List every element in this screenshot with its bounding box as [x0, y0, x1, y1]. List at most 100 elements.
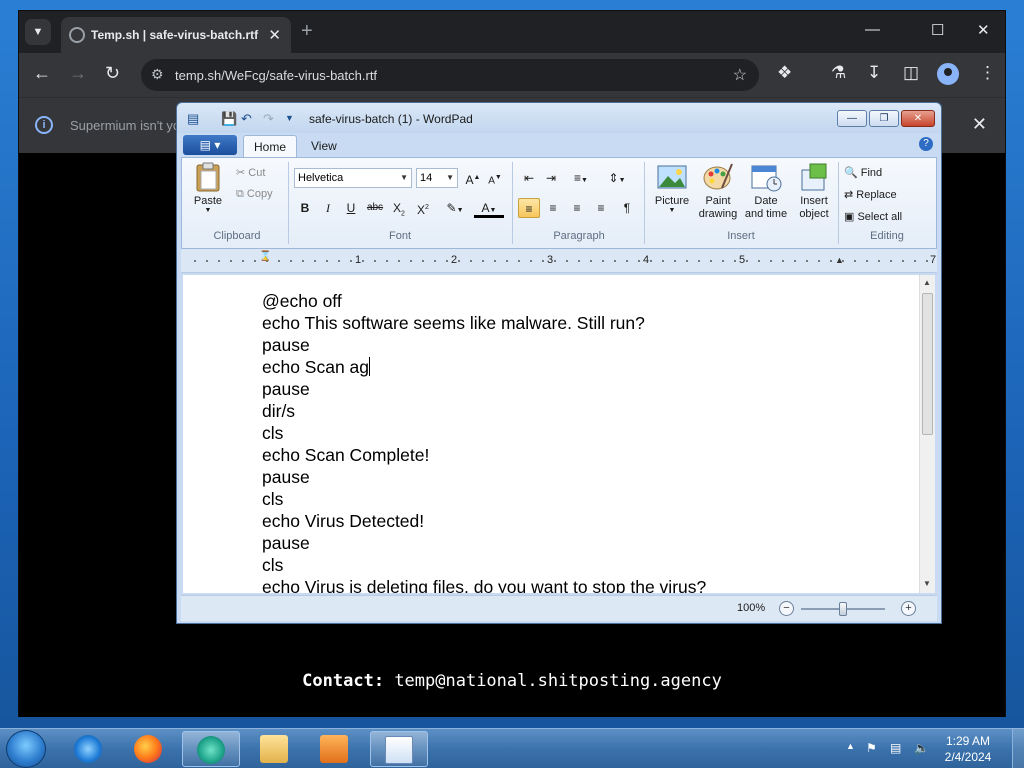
cut-button[interactable]: ✂ Cut: [236, 166, 265, 179]
labs-flask-icon[interactable]: ⚗: [831, 63, 846, 83]
line-spacing-icon[interactable]: ⇕▼: [602, 168, 632, 188]
separator: [288, 162, 289, 244]
url-text[interactable]: temp.sh/WeFcg/safe-virus-batch.rtf: [175, 68, 377, 83]
vertical-scrollbar[interactable]: ▲ ▼: [919, 275, 935, 593]
address-bar[interactable]: ⚙ temp.sh/WeFcg/safe-virus-batch.rtf ☆: [141, 59, 759, 91]
zoom-out-icon[interactable]: −: [779, 601, 794, 616]
insert-group-label: Insert: [727, 230, 755, 242]
wordpad-title: safe-virus-batch (1) - WordPad: [309, 112, 473, 126]
action-center-flag-icon[interactable]: ⚑: [866, 741, 877, 755]
download-icon[interactable]: ↧: [867, 63, 881, 83]
find-label: Find: [860, 167, 883, 179]
wordpad-close-button[interactable]: ✕: [901, 110, 935, 127]
indent-marker-icon[interactable]: ⌛: [259, 251, 271, 262]
bullets-icon[interactable]: ≡▼: [566, 168, 596, 188]
subscript-icon[interactable]: X2: [388, 198, 410, 218]
bold-icon[interactable]: B: [294, 198, 316, 218]
tab-view[interactable]: View: [301, 135, 347, 157]
document-line: echo Virus Detected!: [262, 511, 425, 531]
paint-drawing-button[interactable]: Paint drawing: [694, 162, 742, 221]
replace-label: Replace: [856, 189, 897, 201]
decrease-indent-icon[interactable]: ⇤: [518, 168, 540, 188]
close-infobar-icon[interactable]: ✕: [972, 114, 987, 135]
taskbar-ie[interactable]: [60, 731, 118, 767]
insert-picture-button[interactable]: Picture ▼: [650, 162, 694, 214]
extensions-icon[interactable]: ❖: [777, 63, 792, 83]
tab-home[interactable]: Home: [243, 135, 298, 157]
taskbar-wordpad[interactable]: [370, 731, 428, 767]
bookmark-star-icon[interactable]: ☆: [733, 65, 747, 85]
select-all-button[interactable]: ▣ Select all: [844, 210, 902, 223]
save-icon[interactable]: 💾: [221, 111, 237, 127]
paste-dropdown-icon[interactable]: ▼: [188, 207, 228, 214]
back-icon[interactable]: ←: [33, 63, 51, 84]
shrink-font-icon[interactable]: A▼: [484, 168, 506, 188]
app-menu-button[interactable]: ▤ ▾: [183, 135, 237, 155]
taskbar-explorer[interactable]: [246, 731, 304, 767]
text-color-icon[interactable]: A▼: [474, 198, 504, 218]
forward-icon[interactable]: →: [69, 63, 87, 84]
help-icon[interactable]: ?: [919, 137, 933, 151]
network-icon[interactable]: ▤: [890, 741, 901, 755]
close-window-icon[interactable]: ✕: [977, 21, 990, 39]
contact-email[interactable]: temp@national.shitposting.agency: [394, 671, 722, 691]
menu-kebab-icon[interactable]: ⋮: [979, 63, 996, 83]
show-hidden-icons-icon[interactable]: ▲: [846, 741, 855, 751]
scroll-up-icon[interactable]: ▲: [923, 278, 931, 287]
tab-title: Temp.sh | safe-virus-batch.rtf: [91, 28, 259, 42]
clock[interactable]: 1:29 AM 2/4/2024: [938, 733, 998, 765]
scroll-thumb[interactable]: [922, 293, 933, 435]
side-panel-icon[interactable]: ◫: [903, 63, 919, 83]
profile-avatar-icon[interactable]: [937, 63, 959, 85]
tab-search-button[interactable]: ▼: [25, 19, 51, 45]
new-tab-button[interactable]: +: [301, 20, 313, 43]
underline-icon[interactable]: U: [340, 198, 362, 218]
align-left-icon[interactable]: ≡: [518, 198, 540, 218]
qat-dropdown-icon[interactable]: ▼: [285, 113, 294, 123]
undo-icon[interactable]: ↶: [241, 111, 252, 127]
replace-button[interactable]: ⇄ Replace: [844, 188, 897, 201]
browser-tab[interactable]: Temp.sh | safe-virus-batch.rtf ✕: [61, 17, 291, 53]
reload-icon[interactable]: ↻: [105, 63, 120, 84]
maximize-icon[interactable]: ☐: [931, 21, 944, 39]
start-button[interactable]: [6, 730, 46, 768]
font-family-select[interactable]: Helvetica ▼: [294, 168, 412, 188]
show-desktop-button[interactable]: [1012, 729, 1024, 768]
clock-time: 1:29 AM: [945, 734, 991, 748]
zoom-slider[interactable]: [801, 602, 885, 616]
align-right-icon[interactable]: ≡: [566, 198, 588, 218]
wordpad-minimize-button[interactable]: —: [837, 110, 867, 127]
taskbar-supermium[interactable]: [182, 731, 240, 767]
insert-object-button[interactable]: Insert object: [790, 162, 838, 221]
close-tab-icon[interactable]: ✕: [268, 26, 281, 44]
site-info-icon[interactable]: ⚙: [151, 66, 164, 83]
right-indent-marker-icon[interactable]: ▲: [835, 255, 844, 265]
italic-icon[interactable]: I: [317, 198, 339, 218]
strikethrough-icon[interactable]: abc: [364, 198, 386, 218]
align-center-icon[interactable]: ≡: [542, 198, 564, 218]
copy-button[interactable]: ⧉ Copy: [236, 188, 273, 201]
ruler[interactable]: ⌛ 1 2 3 4 5 ▲ 7: [181, 249, 937, 273]
superscript-icon[interactable]: X2: [412, 198, 434, 218]
increase-indent-icon[interactable]: ⇥: [540, 168, 562, 188]
scroll-down-icon[interactable]: ▼: [923, 579, 931, 588]
font-size-select[interactable]: 14 ▼: [416, 168, 458, 188]
zoom-slider-knob[interactable]: [839, 602, 847, 616]
paragraph-settings-icon[interactable]: ¶: [616, 198, 638, 218]
zoom-in-icon[interactable]: +: [901, 601, 916, 616]
ruler-number: 4: [643, 254, 650, 266]
highlight-color-icon[interactable]: ✎▼: [440, 198, 470, 218]
taskbar-firefox[interactable]: [120, 731, 178, 767]
grow-font-icon[interactable]: A▲: [462, 168, 484, 188]
paste-button[interactable]: Paste ▼: [188, 162, 228, 214]
taskbar-media-player[interactable]: [306, 731, 364, 767]
volume-muted-icon[interactable]: 🔈: [914, 741, 929, 755]
date-time-button[interactable]: Date and time: [742, 162, 790, 221]
document-area[interactable]: @echo off echo This software seems like …: [183, 275, 919, 593]
wordpad-restore-button[interactable]: ❐: [869, 110, 899, 127]
minimize-icon[interactable]: —: [865, 21, 880, 38]
picture-dropdown-icon[interactable]: ▼: [650, 207, 694, 214]
justify-icon[interactable]: ≡: [590, 198, 612, 218]
redo-icon[interactable]: ↷: [263, 111, 274, 127]
find-button[interactable]: 🔍 Find: [844, 166, 882, 179]
